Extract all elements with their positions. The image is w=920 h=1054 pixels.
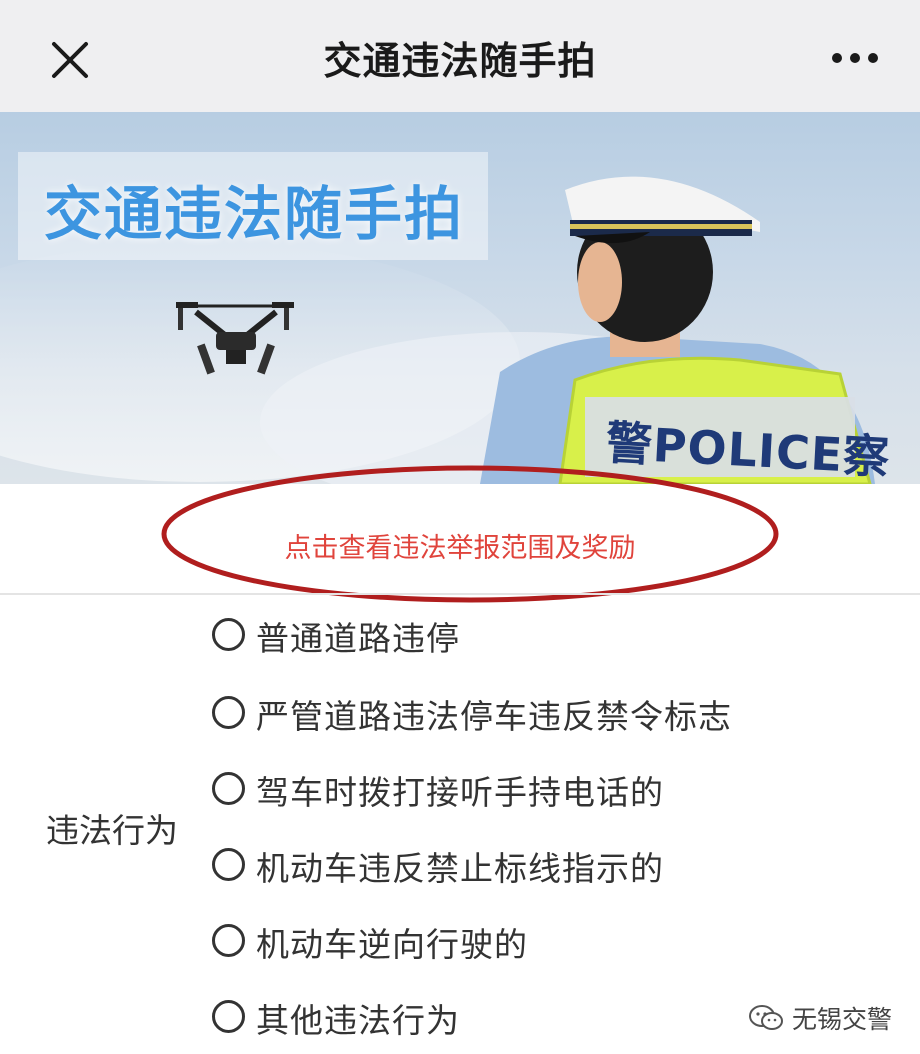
option-label: 机动车逆向行驶的 — [256, 925, 528, 964]
banner-title: 交通违法随手拍 — [44, 180, 465, 248]
banner-image: 交通违法随手拍 警POLICE察 — [0, 112, 920, 484]
page-title: 交通违法随手拍 — [323, 39, 597, 83]
radio-icon[interactable] — [212, 772, 245, 805]
wechat-icon — [748, 1005, 783, 1030]
rules-link-area: 点击查看违法举报范围及奖励 — [0, 484, 920, 594]
nav-bar: 交通违法随手拍 — [0, 0, 920, 112]
radio-icon[interactable] — [212, 1000, 245, 1033]
watermark: 无锡交警 — [748, 998, 892, 1038]
option-label: 驾车时拨打接听手持电话的 — [256, 773, 664, 812]
option-label: 严管道路违法停车违反禁令标志 — [256, 697, 732, 736]
option-label: 普通道路违停 — [256, 619, 460, 658]
rules-link[interactable]: 点击查看违法举报范围及奖励 — [0, 526, 920, 565]
divider — [0, 593, 920, 595]
violation-type-label: 违法行为 — [46, 811, 178, 850]
radio-icon[interactable] — [212, 696, 245, 729]
more-dots-icon[interactable] — [830, 46, 880, 70]
radio-icon[interactable] — [212, 848, 245, 881]
option-label: 机动车违反禁止标线指示的 — [256, 849, 664, 888]
watermark-text: 无锡交警 — [791, 1005, 892, 1034]
radio-icon[interactable] — [212, 618, 245, 651]
radio-icon[interactable] — [212, 924, 245, 957]
option-label: 其他违法行为 — [256, 1001, 460, 1040]
